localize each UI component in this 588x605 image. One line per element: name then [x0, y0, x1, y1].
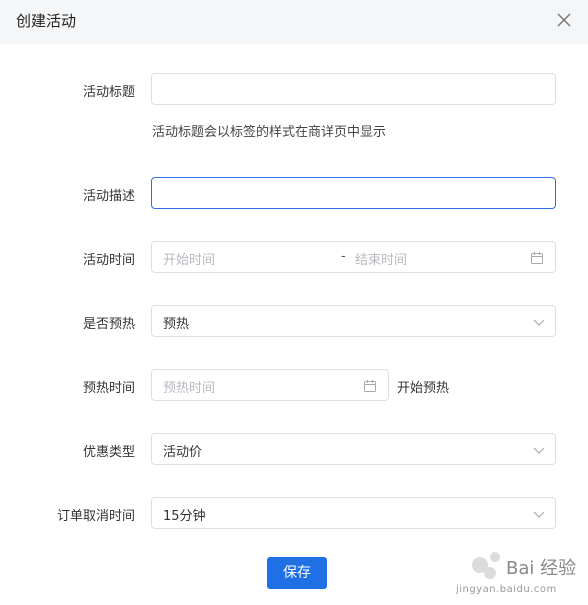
discount-type-label: 优惠类型 [82, 445, 135, 460]
watermark-url: jingyan.baidu.com [456, 584, 557, 595]
preheat-time-label: 预热时间 [82, 381, 135, 396]
dialog-title: 创建活动 [16, 12, 77, 30]
chevron-down-icon[interactable] [532, 506, 546, 520]
preheat-time-placeholder: 预热时间 [163, 381, 216, 396]
calendar-icon[interactable] [363, 378, 377, 392]
cancel-time-label: 订单取消时间 [56, 509, 135, 524]
calendar-icon[interactable] [530, 250, 544, 264]
preheat-select[interactable]: 预热 [151, 305, 556, 337]
save-button[interactable]: 保存 [267, 557, 327, 589]
preheat-time-picker[interactable]: 预热时间 [151, 369, 389, 401]
preheat-value: 预热 [163, 317, 190, 332]
dialog-header: 创建活动 [0, 0, 588, 44]
watermark-text: Bai 经验 [506, 558, 577, 579]
chevron-down-icon[interactable] [532, 442, 546, 456]
cancel-time-value: 15分钟 [163, 509, 206, 524]
range-separator: - [341, 249, 346, 264]
activity-time-range-picker[interactable]: 开始时间 - 结束时间 [151, 241, 556, 273]
discount-type-select[interactable]: 活动价 [151, 433, 556, 465]
end-time-placeholder[interactable]: 结束时间 [355, 249, 407, 268]
activity-desc-label: 活动描述 [82, 189, 135, 204]
activity-title-hint: 活动标题会以标签的样式在商详页中显示 [152, 125, 387, 140]
close-icon[interactable] [552, 8, 576, 32]
start-time-placeholder[interactable]: 开始时间 [163, 249, 215, 268]
preheat-suffix: 开始预热 [397, 381, 450, 396]
cancel-time-select[interactable]: 15分钟 [151, 497, 556, 529]
activity-title-label: 活动标题 [82, 85, 135, 100]
activity-title-input[interactable] [151, 73, 556, 105]
activity-time-label: 活动时间 [82, 253, 135, 268]
preheat-label: 是否预热 [82, 317, 135, 332]
activity-desc-input[interactable] [151, 177, 556, 209]
chevron-down-icon[interactable] [532, 314, 546, 328]
discount-type-value: 活动价 [163, 445, 203, 460]
